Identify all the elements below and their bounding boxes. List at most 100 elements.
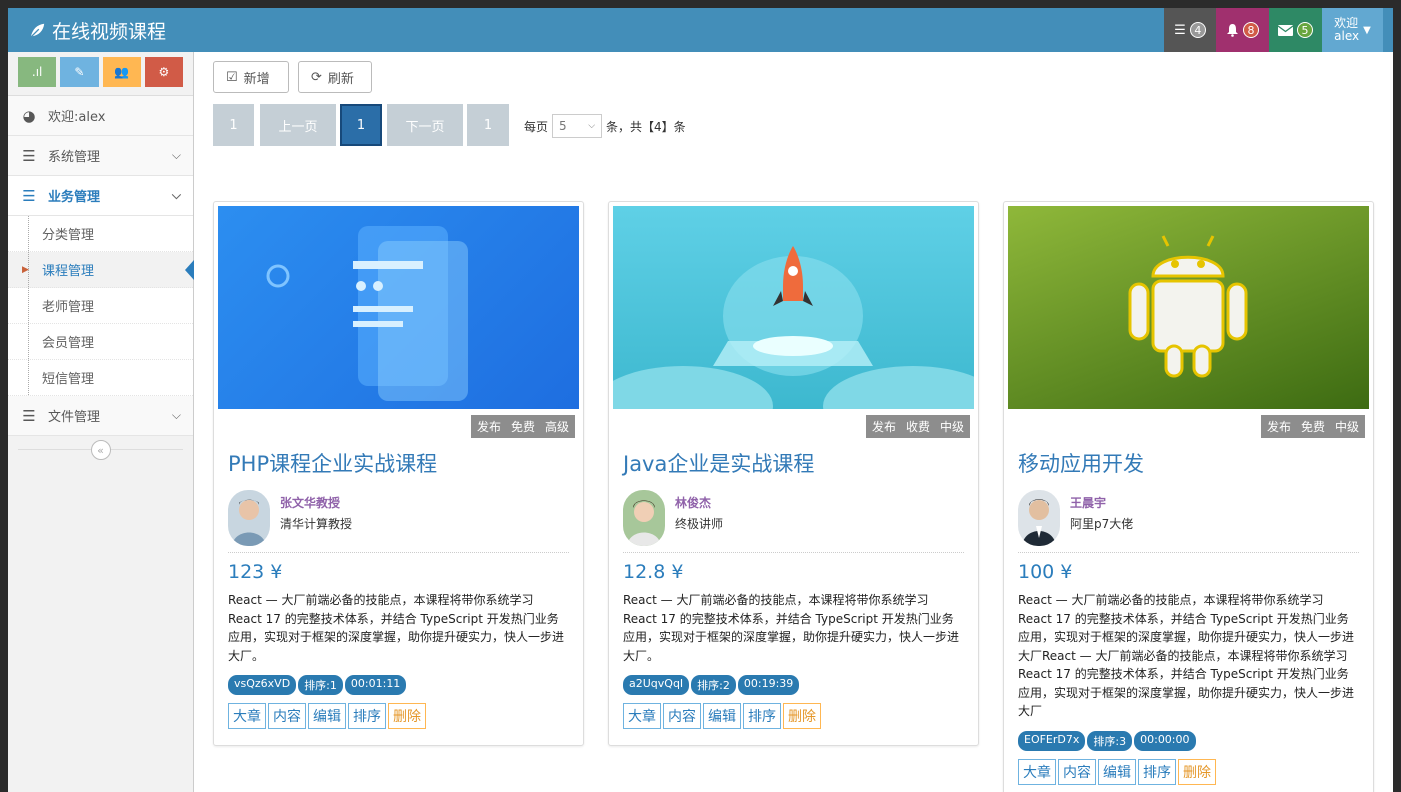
- teacher-avatar: [228, 490, 270, 546]
- course-card: 发布 免费 高级 PHP课程企业实战课程 张文华教授 清华计算教授 123 ¥ …: [213, 201, 584, 746]
- sort-button[interactable]: 排序: [743, 703, 781, 729]
- course-card: 发布 免费 中级 移动应用开发 王晨宇 阿里p7大佬 100 ¥ React —…: [1003, 201, 1374, 792]
- content-button[interactable]: 内容: [268, 703, 306, 729]
- teacher-name: 王晨宇: [1070, 496, 1107, 510]
- per-page-label: 每页: [524, 119, 549, 134]
- refresh-icon: ⟳: [311, 69, 322, 85]
- double-chevron-left-icon[interactable]: «: [90, 440, 111, 460]
- add-button[interactable]: ☑ 新增: [213, 61, 289, 93]
- course-meta: a2UqvQqI 排序:2 00:19:39: [623, 675, 964, 695]
- refresh-button-label: 刷新: [327, 71, 354, 87]
- sidebar: .ıl ✎ 👥 ⚙ ◕ 欢迎:alex ☰ 系统管理 ⌵ ☰ 业务管理 ⌵ 分类…: [8, 52, 194, 792]
- pager-first[interactable]: 1: [213, 104, 254, 146]
- sidebar-item-teacher[interactable]: 老师管理: [8, 288, 193, 324]
- shortcut-settings-button[interactable]: ⚙: [144, 57, 183, 87]
- content-button[interactable]: 内容: [663, 703, 701, 729]
- sidebar-item-category[interactable]: 分类管理: [8, 216, 193, 252]
- sidebar-welcome-label: 欢迎:alex: [48, 110, 106, 125]
- pager-last[interactable]: 1: [467, 104, 509, 146]
- course-sort-badge: 排序:3: [1087, 730, 1133, 751]
- charge-tag: 收费: [905, 420, 930, 434]
- teacher-name: 林俊杰: [675, 496, 712, 510]
- delete-button[interactable]: 删除: [1178, 758, 1216, 785]
- edit-button[interactable]: 编辑: [1098, 758, 1136, 785]
- course-sort-badge: 排序:2: [691, 675, 736, 695]
- sidebar-item-business[interactable]: ☰ 业务管理 ⌵: [8, 176, 193, 216]
- delete-button[interactable]: 删除: [388, 703, 426, 729]
- course-price: 100 ¥: [1018, 561, 1073, 583]
- sidebar-item-sms[interactable]: 短信管理: [8, 360, 193, 396]
- list-icon: ☰: [22, 406, 36, 425]
- course-description: React — 大厂前端必备的技能点，本课程将带你系统学习 React 17 的…: [623, 593, 960, 663]
- sidebar-item-course[interactable]: ▶ 课程管理: [8, 252, 194, 288]
- course-meta: EOFErD7x 排序:3 00:00:00: [1018, 730, 1359, 751]
- pager-next[interactable]: 下一页: [387, 104, 463, 146]
- teacher-info: 王晨宇 阿里p7大佬: [1018, 490, 1359, 553]
- main-content: ☑ 新增 ⟳ 刷新 1 上一页 1 下一页 1 每页 5 ⌵ 条，共【4】条 发…: [194, 52, 1393, 792]
- user-menu[interactable]: 欢迎 alex ▼: [1322, 8, 1383, 52]
- business-submenu: 分类管理 ▶ 课程管理 老师管理 会员管理 短信管理: [8, 216, 194, 396]
- caret-right-icon: ▶: [22, 264, 29, 275]
- course-id-badge: EOFErD7x: [1018, 730, 1086, 751]
- envelope-icon: [1278, 24, 1293, 36]
- course-title[interactable]: PHP课程企业实战课程: [228, 448, 569, 478]
- course-price: 123 ¥: [228, 561, 283, 583]
- messages-badge: 5: [1297, 22, 1313, 38]
- course-tags: 发布 免费 高级: [222, 415, 575, 438]
- sort-button[interactable]: 排序: [348, 703, 386, 729]
- status-tag: 发布: [476, 420, 501, 434]
- teacher-name: 张文华教授: [280, 496, 341, 510]
- refresh-button[interactable]: ⟳ 刷新: [298, 61, 372, 93]
- sidebar-item-label: 业务管理: [48, 190, 101, 205]
- sidebar-item-system[interactable]: ☰ 系统管理 ⌵: [8, 136, 193, 176]
- notifications-dropdown[interactable]: 8: [1216, 8, 1269, 52]
- course-tag-box: 发布 免费 中级: [1260, 415, 1365, 438]
- brand[interactable]: 在线视频课程: [28, 17, 166, 44]
- sidebar-item-welcome[interactable]: ◕ 欢迎:alex: [8, 96, 193, 136]
- teacher-title: 清华计算教授: [280, 517, 353, 531]
- tasks-dropdown[interactable]: ☰ 4: [1164, 8, 1216, 52]
- teacher-avatar: [1018, 490, 1060, 546]
- teacher-title: 终极讲师: [675, 517, 724, 531]
- teacher-title: 阿里p7大佬: [1070, 517, 1134, 531]
- users-icon: 👥: [114, 65, 130, 79]
- sidebar-collapse: «: [8, 436, 193, 464]
- sidebar-item-label: 系统管理: [48, 150, 101, 165]
- level-tag: 中级: [1334, 420, 1359, 434]
- course-card: 发布 收费 中级 Java企业是实战课程 林俊杰 终极讲师 12.8 ¥ Rea…: [608, 201, 979, 746]
- shortcut-edit-button[interactable]: ✎: [60, 57, 99, 87]
- delete-button[interactable]: 删除: [783, 703, 821, 729]
- chapter-button[interactable]: 大章: [228, 703, 266, 729]
- add-button-label: 新增: [243, 71, 270, 87]
- dashboard-icon: ◕: [22, 106, 36, 125]
- course-title[interactable]: 移动应用开发: [1018, 448, 1359, 478]
- teacher-info: 张文华教授 清华计算教授: [228, 490, 569, 553]
- course-tag-box: 发布 免费 高级: [470, 415, 575, 438]
- notifications-badge: 8: [1243, 22, 1259, 38]
- page-size-select[interactable]: 5 ⌵: [552, 114, 603, 138]
- course-title[interactable]: Java企业是实战课程: [623, 448, 964, 478]
- course-duration-badge: 00:00:00: [1134, 730, 1196, 751]
- content-button[interactable]: 内容: [1058, 758, 1096, 785]
- pager-prev[interactable]: 上一页: [260, 104, 336, 146]
- chapter-button[interactable]: 大章: [1018, 758, 1056, 785]
- sidebar-item-label: 短信管理: [42, 372, 95, 387]
- tasks-badge: 4: [1189, 22, 1206, 38]
- teacher-avatar: [623, 490, 665, 546]
- messages-dropdown[interactable]: 5: [1269, 8, 1322, 52]
- sidebar-item-member[interactable]: 会员管理: [8, 324, 193, 360]
- course-price: 12.8 ¥: [623, 561, 684, 583]
- chevron-down-icon: ⌵: [171, 188, 181, 202]
- edit-button[interactable]: 编辑: [703, 703, 741, 729]
- course-duration-badge: 00:19:39: [737, 675, 800, 695]
- course-id-badge: a2UqvQqI: [623, 675, 690, 695]
- shortcut-stats-button[interactable]: .ıl: [18, 57, 57, 87]
- shortcut-users-button[interactable]: 👥: [102, 57, 141, 87]
- course-duration-badge: 00:01:11: [344, 675, 407, 695]
- pager-current[interactable]: 1: [340, 104, 382, 146]
- chapter-button[interactable]: 大章: [623, 703, 661, 729]
- sidebar-item-file[interactable]: ☰ 文件管理 ⌵: [8, 396, 193, 436]
- edit-button[interactable]: 编辑: [308, 703, 346, 729]
- pager-info: 每页 5 ⌵ 条，共【4】条: [524, 114, 686, 138]
- sort-button[interactable]: 排序: [1138, 758, 1176, 785]
